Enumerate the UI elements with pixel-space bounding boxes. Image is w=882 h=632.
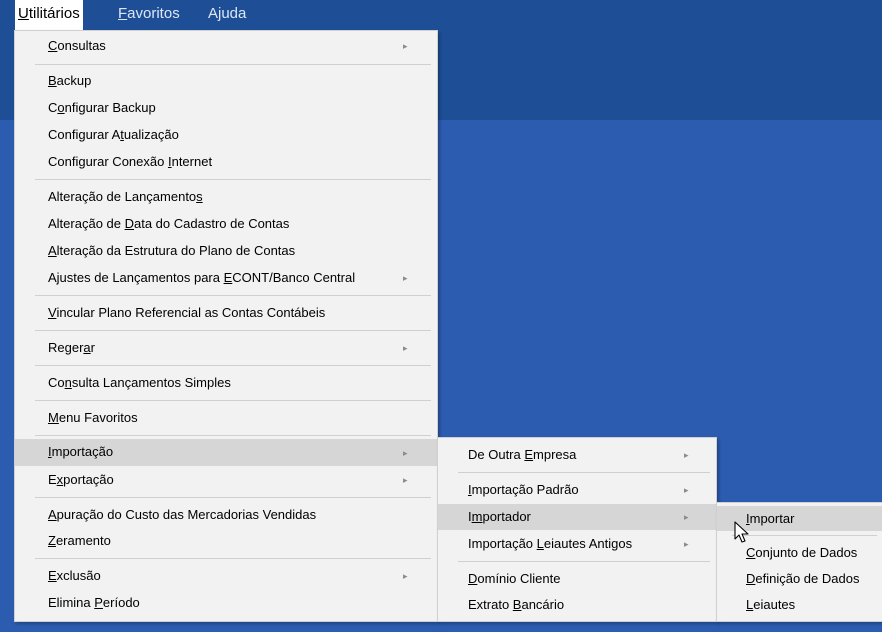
- submenu-arrow-icon: ▸: [403, 343, 408, 353]
- menu-separator: [35, 400, 431, 401]
- menu-item-elimina-periodo[interactable]: Elimina Período: [15, 591, 437, 615]
- menu-separator: [35, 179, 431, 180]
- menu-item-configurar-atualizacao[interactable]: Configurar Atualização: [15, 123, 437, 147]
- menu-bar: Utilitários Favoritos Ajuda: [0, 0, 882, 30]
- menu-item-consulta-lancamentos-simples[interactable]: Consulta Lançamentos Simples: [15, 371, 437, 395]
- menu-item-exportacao[interactable]: Exportação ▸: [15, 468, 437, 492]
- menu-separator: [35, 330, 431, 331]
- menu-item-zeramento[interactable]: Zeramento: [15, 529, 437, 553]
- submenu-arrow-icon: ▸: [403, 475, 408, 485]
- submenu-arrow-icon: ▸: [684, 485, 689, 495]
- menu-separator: [35, 497, 431, 498]
- submenu-item-importacao-leiautes-antigos[interactable]: Importação Leiautes Antigos ▸: [438, 532, 716, 556]
- menu-separator: [35, 295, 431, 296]
- menu-separator: [732, 535, 877, 536]
- submenu-arrow-icon: ▸: [684, 539, 689, 549]
- submenu-arrow-icon: ▸: [684, 512, 689, 522]
- submenu-arrow-icon: ▸: [403, 41, 408, 51]
- submenu-arrow-icon: ▸: [403, 273, 408, 283]
- menu-item-backup[interactable]: Backup: [15, 69, 437, 93]
- menu-separator: [35, 365, 431, 366]
- submenu-item-definicao-dados[interactable]: Definição de Dados: [717, 567, 882, 591]
- menu-item-vincular-plano-referencial[interactable]: Vincular Plano Referencial as Contas Con…: [15, 301, 437, 325]
- submenu-arrow-icon: ▸: [684, 450, 689, 460]
- menu-separator: [35, 558, 431, 559]
- menu-separator: [458, 561, 710, 562]
- submenu-item-importacao-padrao[interactable]: Importação Padrão ▸: [438, 478, 716, 502]
- menu-item-exclusao[interactable]: Exclusão ▸: [15, 564, 437, 588]
- menu-item-alteracao-lancamentos[interactable]: Alteração de Lançamentos: [15, 185, 437, 209]
- submenu-item-de-outra-empresa[interactable]: De Outra Empresa ▸: [438, 443, 716, 467]
- menu-item-importacao[interactable]: Importação ▸: [15, 439, 437, 466]
- submenu-arrow-icon: ▸: [403, 448, 408, 458]
- importador-submenu: Importar Conjunto de Dados Definição de …: [716, 502, 882, 622]
- utilitarios-menu: Consultas ▸ Backup Configurar Backup Con…: [14, 30, 438, 622]
- submenu-item-leiautes[interactable]: Leiautes: [717, 593, 882, 617]
- menubar-favoritos[interactable]: Favoritos: [115, 0, 183, 30]
- menu-item-menu-favoritos[interactable]: Menu Favoritos: [15, 406, 437, 430]
- menu-item-configurar-backup[interactable]: Configurar Backup: [15, 96, 437, 120]
- menu-item-regerar[interactable]: Regerar ▸: [15, 336, 437, 360]
- menu-separator: [35, 435, 431, 436]
- menu-separator: [458, 472, 710, 473]
- submenu-item-importador[interactable]: Importador ▸: [438, 504, 716, 530]
- menu-item-configurar-conexao-internet[interactable]: Configurar Conexão Internet: [15, 150, 437, 174]
- submenu-item-dominio-cliente[interactable]: Domínio Cliente: [438, 567, 716, 591]
- menu-item-ajustes-lancamentos-econt[interactable]: Ajustes de Lançamentos para ECONT/Banco …: [15, 266, 437, 290]
- menu-item-alteracao-estrutura-plano[interactable]: Alteração da Estrutura do Plano de Conta…: [15, 239, 437, 263]
- menubar-utilitarios[interactable]: Utilitários: [15, 0, 83, 30]
- submenu-arrow-icon: ▸: [403, 571, 408, 581]
- menu-item-alteracao-data-cadastro[interactable]: Alteração de Data do Cadastro de Contas: [15, 212, 437, 236]
- menu-item-apuracao-custo[interactable]: Apuração do Custo das Mercadorias Vendid…: [15, 503, 437, 527]
- mouse-cursor-icon: [734, 521, 749, 543]
- menubar-ajuda[interactable]: Ajuda: [205, 0, 249, 30]
- importacao-submenu: De Outra Empresa ▸ Importação Padrão ▸ I…: [437, 437, 717, 622]
- submenu-item-extrato-bancario[interactable]: Extrato Bancário: [438, 593, 716, 617]
- menu-item-consultas[interactable]: Consultas ▸: [15, 34, 437, 58]
- menu-separator: [35, 64, 431, 65]
